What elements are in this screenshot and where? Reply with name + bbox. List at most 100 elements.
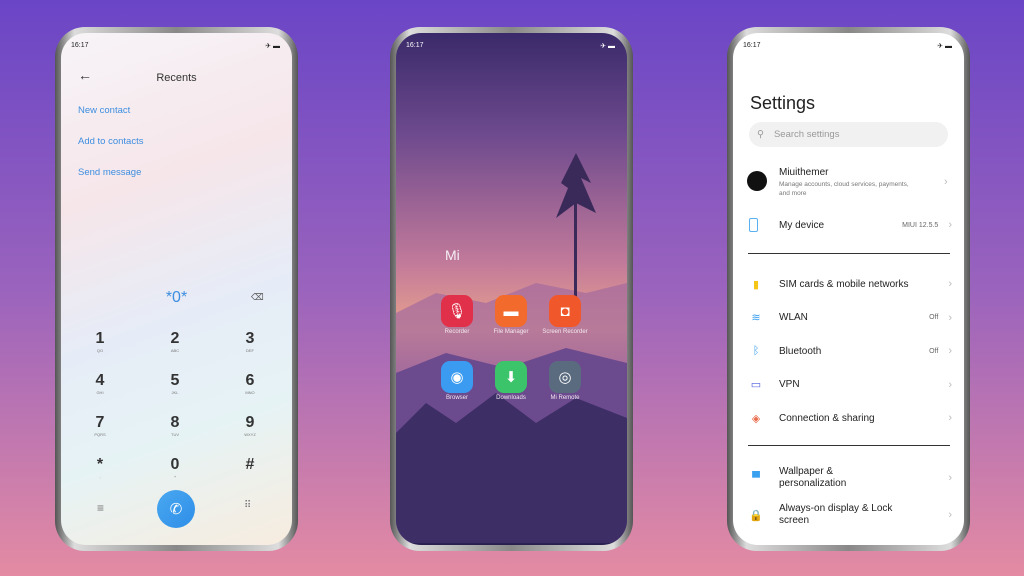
settings-row[interactable]: ◈ Connection & sharing › — [749, 408, 952, 428]
status-bar: 16:17 ✈ ▬ — [406, 42, 615, 50]
row-label: Always-on display & Lock screen — [779, 503, 893, 526]
app-label: Mi Remote — [550, 395, 580, 401]
key-digit: 3 — [245, 330, 255, 347]
divider — [748, 253, 950, 254]
app-icon-file-manager[interactable]: ▬ File Manager — [485, 295, 537, 335]
key-letters: , — [99, 474, 101, 479]
settings-row[interactable]: ▭ VPN › — [749, 375, 952, 395]
row-label: WLAN — [779, 312, 808, 323]
menu-icon[interactable]: ≡ — [97, 501, 104, 515]
key-letters: PQRS — [94, 432, 106, 437]
call-button[interactable]: ✆ — [157, 490, 195, 528]
video-camera-icon: ◘ — [549, 295, 581, 327]
key-letters: TUV — [171, 432, 179, 437]
airplane-battery-icon: ✈ ▬ — [937, 43, 952, 50]
setting-icon: ᛒ — [752, 345, 760, 357]
send-message-link[interactable]: Send message — [78, 167, 141, 178]
key-digit: 4 — [95, 372, 105, 389]
status-bar: 16:17 ✈ ▬ — [71, 42, 280, 50]
row-label: VPN — [779, 379, 800, 390]
status-time: 16:17 — [743, 42, 761, 49]
dial-key[interactable]: 1 QO — [75, 330, 125, 353]
account-name[interactable]: Miuithemer — [779, 167, 828, 178]
chevron-right-icon: › — [948, 472, 952, 484]
dial-key[interactable]: 8 TUV — [150, 414, 200, 437]
microphone-icon: 🎙 — [441, 295, 473, 327]
settings-row[interactable]: ᛒ Bluetooth Off › — [749, 341, 952, 361]
phone-dialer: 16:17 ✈ ▬ ← Recents New contact Add to co… — [55, 27, 298, 551]
key-letters: WXYZ — [244, 432, 256, 437]
chevron-right-icon: › — [948, 509, 952, 521]
row-value: Off — [929, 347, 939, 355]
status-time: 16:17 — [406, 42, 424, 49]
row-value: Off — [929, 314, 939, 321]
key-letters: JKL — [171, 390, 179, 395]
backspace-icon[interactable]: ⌫ — [251, 292, 264, 303]
dial-key[interactable]: 0 + — [150, 456, 200, 479]
setting-icon: ▭ — [750, 379, 762, 391]
dial-key[interactable]: 3 DEF — [225, 330, 275, 353]
row-label: Wallpaper & personalization — [779, 466, 847, 489]
app-icon-browser[interactable]: ◉ Browser — [431, 361, 483, 401]
key-digit: 9 — [245, 414, 255, 431]
key-letters: MNO — [245, 390, 255, 395]
settings-screen: 16:17 ✈ ▬ Settings ⚲ Search settings Miuit… — [733, 33, 964, 545]
settings-row[interactable]: ≋ WLAN Off › — [749, 308, 952, 328]
key-digit: 5 — [170, 372, 180, 389]
key-letters: QO — [96, 348, 104, 353]
status-time: 16:17 — [71, 42, 89, 49]
dialer-screen: 16:17 ✈ ▬ ← Recents New contact Add to co… — [61, 33, 292, 545]
my-device-row[interactable]: My device MIUI 12.5.5 › — [749, 215, 952, 235]
search-input[interactable]: ⚲ Search settings — [749, 122, 948, 147]
setting-icon: ▮ — [752, 278, 760, 291]
new-contact-link[interactable]: New contact — [78, 105, 130, 116]
chevron-right-icon: › — [948, 412, 952, 424]
row-label: My device — [779, 219, 825, 231]
dialpad-icon[interactable]: ⠿ — [244, 500, 251, 511]
app-icon-mi-remote[interactable]: ◎ Mi Remote — [539, 361, 591, 401]
device-icon — [749, 218, 758, 232]
chevron-right-icon: › — [948, 345, 952, 357]
row-label: Connection & sharing — [779, 412, 875, 424]
dial-key[interactable]: # — [225, 456, 275, 474]
status-bar: 16:17 ✈ ▬ — [743, 42, 952, 50]
dial-key[interactable]: *, — [75, 456, 125, 479]
app-label: Screen Recorder — [542, 329, 588, 335]
app-icon-downloads[interactable]: ⬇ Downloads — [485, 361, 537, 401]
app-icon-recorder[interactable]: 🎙 Recorder — [431, 295, 483, 335]
folder-title: Mi — [445, 247, 460, 263]
dial-key[interactable]: 7 PQRS — [75, 414, 125, 437]
settings-row[interactable]: ▀ Wallpaper & personalization › — [749, 466, 952, 490]
dial-key[interactable]: 9 WXYZ — [225, 414, 275, 437]
chevron-right-icon: › — [948, 378, 952, 391]
row-value: MIUI 12.5.5 — [902, 221, 939, 229]
key-digit: 6 — [245, 372, 255, 389]
home-screen: 16:17 ✈ ▬ Mi 🎙 Recorder ▬ File Manager ◘ Scree… — [396, 33, 627, 545]
key-digit: # — [245, 456, 255, 473]
setting-icon: 🔒 — [749, 509, 763, 522]
settings-row[interactable]: 🔒 Always-on display & Lock screen › — [749, 503, 952, 527]
row-label: SIM cards & mobile networks — [779, 278, 909, 290]
search-placeholder: Search settings — [773, 129, 840, 140]
dial-key[interactable]: 5 JKL — [150, 372, 200, 395]
key-digit: 0 — [170, 456, 180, 473]
download-icon: ⬇ — [495, 361, 527, 393]
key-digit: 1 — [95, 330, 105, 347]
chevron-right-icon: › — [944, 176, 948, 188]
airplane-battery-icon: ✈ ▬ — [265, 43, 280, 50]
key-digit: 8 — [170, 414, 180, 431]
dial-key[interactable]: 6 MNO — [225, 372, 275, 395]
page-title: Settings — [750, 93, 816, 113]
dial-key[interactable]: 4 GHI — [75, 372, 125, 395]
avatar[interactable] — [747, 171, 767, 191]
key-letters: GHI — [96, 390, 104, 395]
add-to-contacts-link[interactable]: Add to contacts — [78, 136, 143, 147]
app-label: Recorder — [444, 329, 470, 335]
key-digit: 7 — [95, 414, 105, 431]
setting-icon: ▀ — [752, 472, 760, 484]
globe-icon: ◉ — [441, 361, 473, 393]
page-title: Recents — [156, 72, 197, 84]
dial-key[interactable]: 2 ABC — [150, 330, 200, 353]
app-icon-screen-recorder[interactable]: ◘ Screen Recorder — [539, 295, 591, 335]
settings-row[interactable]: ▮ SIM cards & mobile networks › — [749, 274, 952, 294]
